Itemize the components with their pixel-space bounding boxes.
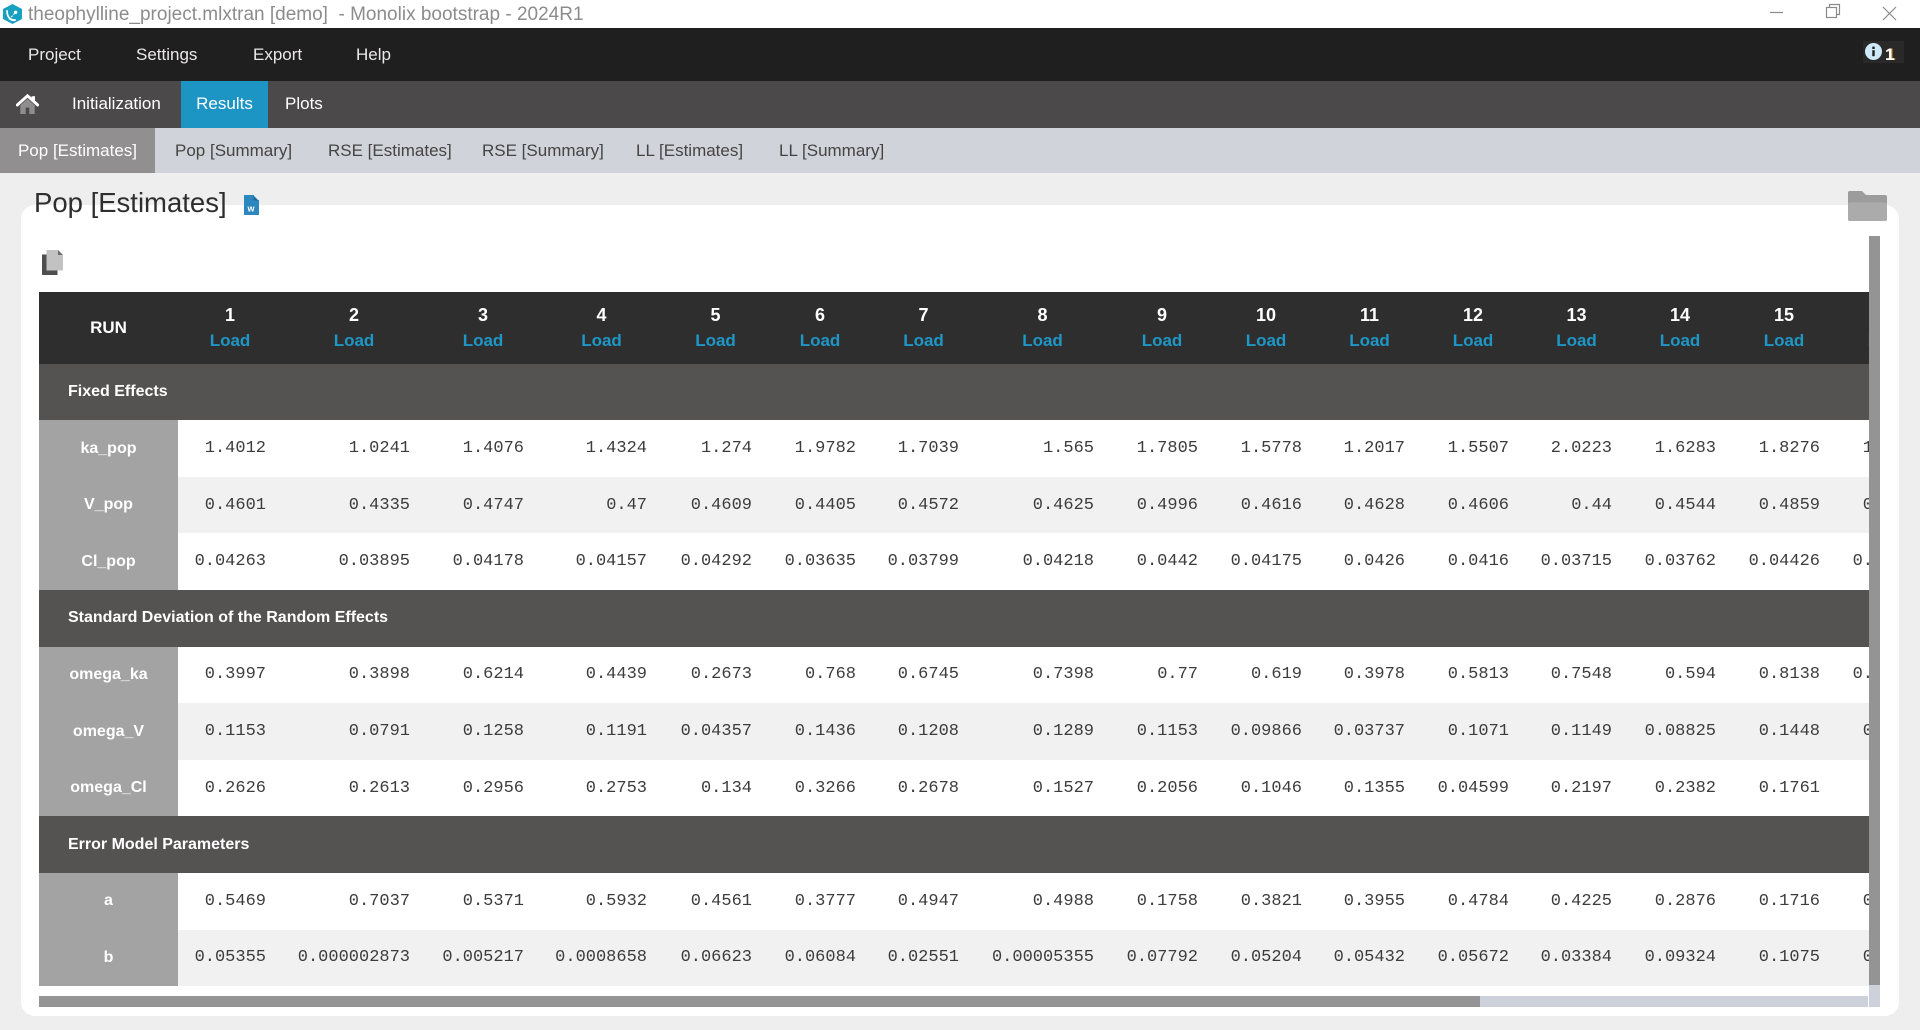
svg-text:w: w (246, 204, 255, 214)
